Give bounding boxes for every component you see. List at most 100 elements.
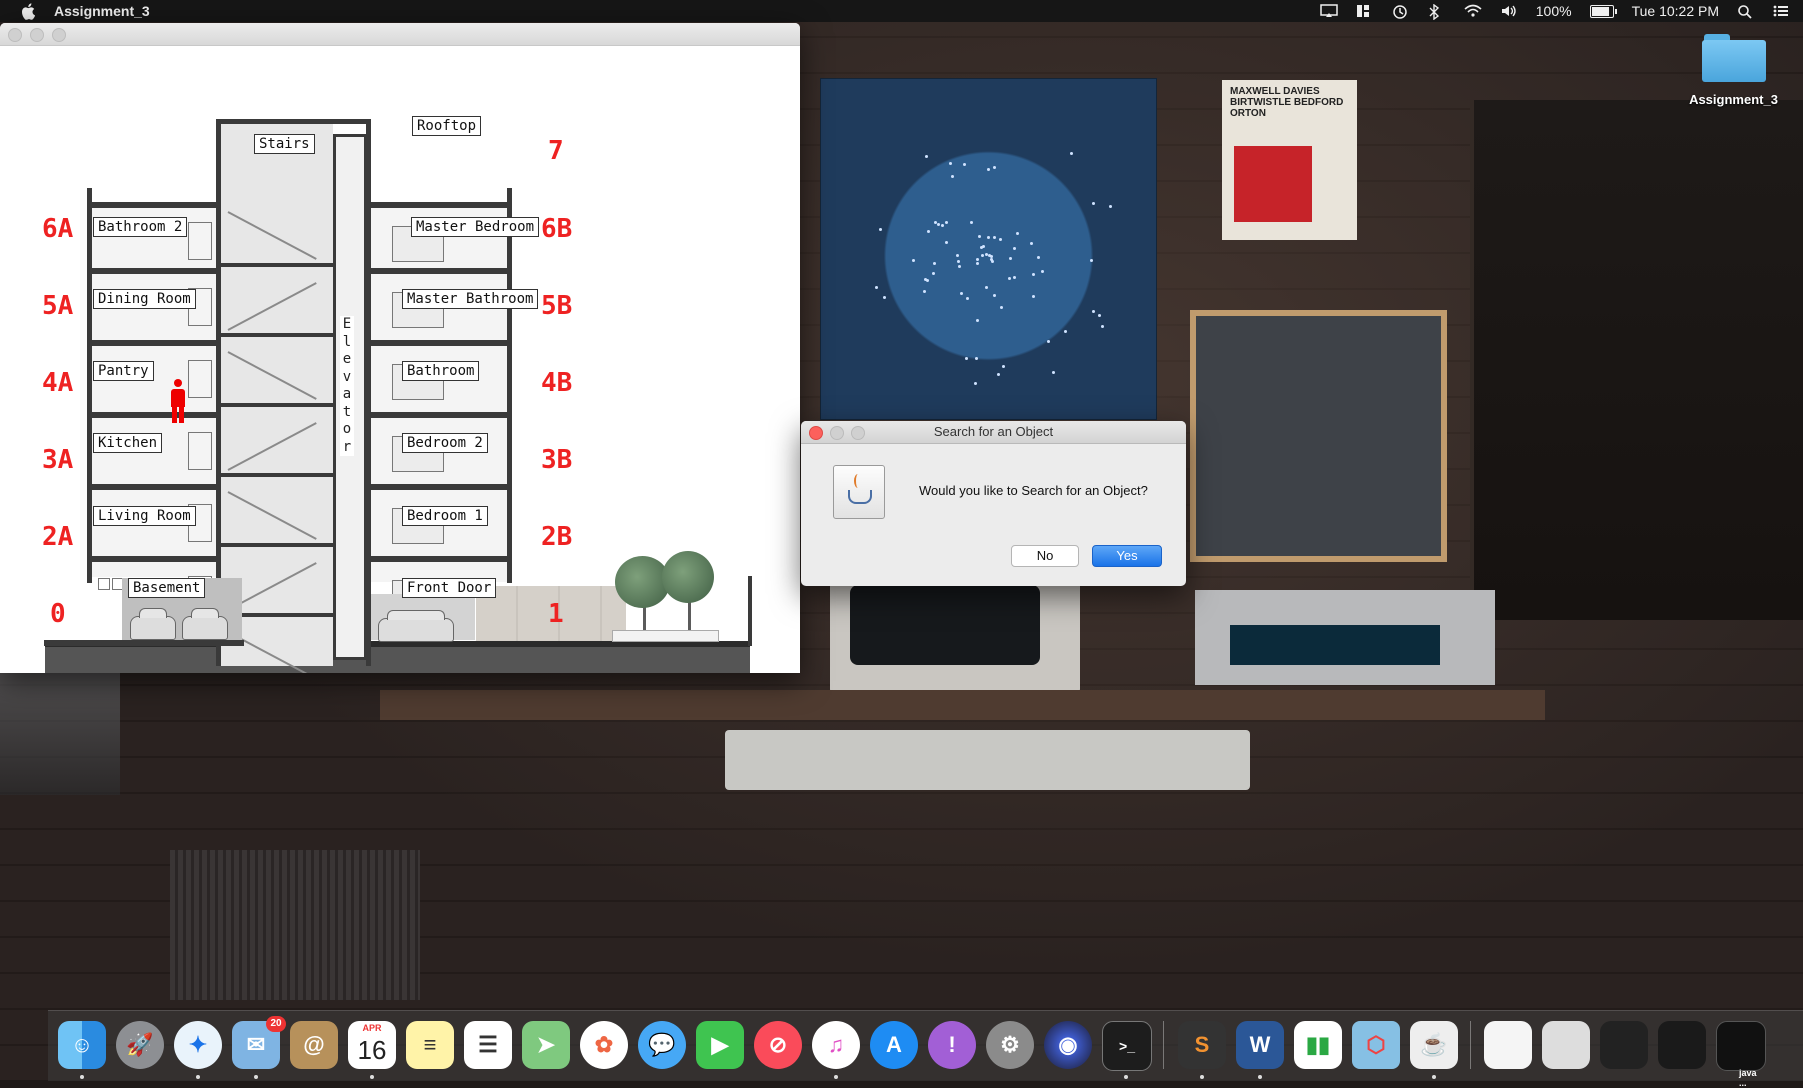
floor-label-right: 4B <box>541 368 573 398</box>
grid-icon[interactable] <box>1356 4 1374 18</box>
battery-percent[interactable]: 100% <box>1536 3 1572 19</box>
notification-center-icon[interactable] <box>1773 4 1791 18</box>
star <box>965 357 969 360</box>
assignment-window[interactable]: Elevator Stairs Rooftop Bathroom 2 Dining… <box>0 23 800 673</box>
room-label-left: Pantry <box>93 361 154 381</box>
wifi-icon[interactable] <box>1464 4 1482 18</box>
system-preferences-icon[interactable]: ⚙ <box>986 1021 1034 1069</box>
floor-label-left: 6A <box>42 214 74 244</box>
numbers-icon[interactable]: ▮▮ <box>1294 1021 1342 1069</box>
room-label-left: Dining Room <box>93 289 196 309</box>
tree-icon <box>662 551 714 603</box>
mail-icon[interactable]: ✉ 20 <box>232 1016 286 1069</box>
messages-icon[interactable]: 💬 <box>638 1021 686 1069</box>
floor-label-right: 2B <box>541 522 573 552</box>
dialog-minimize-button[interactable] <box>830 426 844 440</box>
star <box>926 279 930 283</box>
star <box>1070 152 1074 156</box>
menu-bar: Assignment_3 100% Tue 10:22 PM <box>0 0 1803 22</box>
maps-icon[interactable]: ➤ <box>522 1021 570 1069</box>
wallpaper-synthesizer <box>1190 310 1447 562</box>
siri-icon[interactable]: ◉ <box>1044 1021 1092 1069</box>
apple-icon[interactable] <box>20 2 36 20</box>
star <box>951 174 955 178</box>
app-store-icon[interactable]: A <box>870 1021 918 1069</box>
star <box>931 272 935 276</box>
time-machine-icon[interactable] <box>1392 4 1410 19</box>
window-thumbnail[interactable] <box>1542 1021 1590 1069</box>
window-close-button[interactable] <box>8 28 22 42</box>
menu-app-name[interactable]: Assignment_3 <box>54 3 150 19</box>
star <box>1092 310 1096 314</box>
elevator-letter: v <box>342 368 352 385</box>
window-zoom-button[interactable] <box>52 28 66 42</box>
cast-icon[interactable] <box>1320 4 1338 18</box>
star <box>975 262 979 266</box>
star <box>1031 295 1035 299</box>
wallpaper-keyboard <box>725 730 1250 790</box>
word-icon[interactable]: W <box>1236 1021 1284 1069</box>
launchpad-icon[interactable]: 🚀 <box>116 1021 164 1069</box>
stair-landing <box>221 333 333 337</box>
search-dialog[interactable]: Search for an Object Would you like to S… <box>801 421 1186 586</box>
wallpaper-poster-text: MAXWELL DAVIES BIRTWISTLE BEDFORD ORTON <box>1230 86 1344 119</box>
window-minimize-button[interactable] <box>30 28 44 42</box>
floor-slab <box>87 268 217 274</box>
contacts-icon[interactable]: @ <box>290 1021 338 1069</box>
bluetooth-icon[interactable] <box>1428 3 1446 21</box>
calendar-icon[interactable]: APR 16 <box>348 1021 396 1069</box>
menu-clock[interactable]: Tue 10:22 PM <box>1632 3 1719 19</box>
room-label-right: Front Door <box>402 578 497 598</box>
star <box>878 228 882 232</box>
star <box>1012 275 1016 279</box>
elevator-letter: a <box>342 386 352 402</box>
window-titlebar[interactable] <box>0 23 800 46</box>
yes-button[interactable]: Yes <box>1092 545 1162 567</box>
furniture <box>188 360 212 398</box>
spyder-icon[interactable]: ⬡ <box>1352 1021 1400 1069</box>
volume-icon[interactable] <box>1500 4 1518 18</box>
document-thumbnail[interactable] <box>1484 1021 1532 1069</box>
star <box>975 318 979 322</box>
star <box>948 162 952 166</box>
dialog-title: Search for an Object <box>933 424 1054 439</box>
floor-slab <box>366 484 512 490</box>
star <box>1097 313 1101 317</box>
star <box>977 235 981 239</box>
sublime-text-icon[interactable]: S <box>1178 1021 1226 1069</box>
dialog-titlebar[interactable]: Search for an Object <box>801 421 1186 444</box>
star <box>925 154 929 158</box>
java-window-thumbnail[interactable]: java ... <box>1716 1021 1766 1088</box>
star <box>1007 276 1011 280</box>
room-label-left: Basement <box>128 578 206 598</box>
dialog-zoom-button[interactable] <box>851 426 865 440</box>
photos-icon[interactable]: ✿ <box>580 1021 628 1069</box>
star <box>974 356 978 360</box>
window-thumbnail[interactable] <box>1600 1021 1648 1069</box>
star <box>966 297 970 301</box>
site-edge <box>748 576 752 646</box>
desktop-folder-assignment-3[interactable]: Assignment_3 <box>1676 34 1791 107</box>
news-icon[interactable]: ⊘ <box>754 1021 802 1069</box>
star <box>980 254 984 258</box>
no-button[interactable]: No <box>1011 545 1079 567</box>
facetime-icon[interactable]: ▶ <box>696 1021 744 1069</box>
battery-icon[interactable] <box>1589 4 1617 18</box>
star <box>1012 246 1016 250</box>
finder-icon[interactable]: ☺ <box>58 1021 106 1069</box>
star <box>996 373 1000 377</box>
feedback-assistant-icon[interactable]: ! <box>928 1021 976 1069</box>
terminal-icon[interactable]: >_ <box>1102 1021 1152 1071</box>
search-icon[interactable] <box>1737 4 1755 19</box>
safari-icon[interactable]: ✦ <box>174 1021 222 1069</box>
star <box>979 245 983 249</box>
reminders-icon[interactable]: ☰ <box>464 1021 512 1069</box>
mail-badge: 20 <box>266 1016 286 1032</box>
java-app-icon[interactable]: ☕ <box>1410 1021 1458 1069</box>
window-thumbnail[interactable] <box>1658 1021 1706 1069</box>
elevator-label: Elevator <box>340 316 354 456</box>
dialog-close-button[interactable] <box>809 426 823 440</box>
itunes-icon[interactable]: ♫ <box>812 1021 860 1069</box>
menu-status-area: 100% Tue 10:22 PM <box>1320 0 1791 22</box>
notes-icon[interactable]: ≡ <box>406 1021 454 1069</box>
